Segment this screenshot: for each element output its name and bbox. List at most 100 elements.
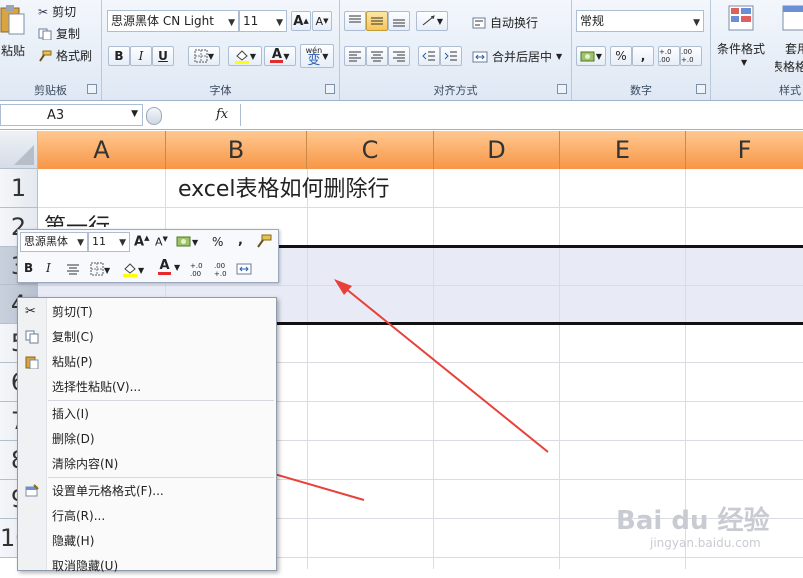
align-left-button[interactable] [344, 46, 366, 66]
align-top-icon [349, 15, 361, 23]
mini-comma-button[interactable]: , [238, 233, 243, 248]
formula-bar: A3 ▼ fx [0, 101, 803, 130]
decrease-indent-button[interactable] [418, 46, 440, 66]
menu-item-cut[interactable]: ✂ 剪切(T) [18, 300, 276, 324]
mini-font-name-select[interactable]: 思源黑体 ▼ [20, 232, 88, 252]
menu-item-paste-special[interactable]: 选择性粘贴(V)... [18, 375, 276, 399]
format-painter-button[interactable]: 格式刷 [38, 47, 92, 64]
align-center-button[interactable] [366, 46, 388, 66]
mini-bold-button[interactable]: B [24, 261, 33, 275]
mini-increase-decimal-button[interactable]: +.0 .00 [190, 262, 210, 278]
mini-merge-button[interactable] [236, 263, 252, 278]
clipboard-group-label: 剪贴板 [34, 84, 67, 97]
name-box[interactable]: A3 ▼ [0, 104, 143, 126]
merge-center-button[interactable]: 合并后居中 ▼ [472, 48, 562, 65]
styles-group-label: 样式 [779, 84, 801, 97]
table-format-button[interactable]: 套用 表格格 [775, 2, 803, 72]
grow-font-button[interactable]: A ▲ [291, 11, 311, 31]
mini-font-size-value: 11 [92, 235, 106, 248]
column-header-e[interactable]: E [560, 131, 686, 169]
align-bottom-button[interactable] [388, 11, 410, 31]
table-format-label: 套用 [785, 42, 803, 56]
number-format-select[interactable]: 常规 ▼ [576, 10, 704, 32]
column-header-f[interactable]: F [686, 131, 803, 169]
mini-center-button[interactable] [66, 263, 80, 278]
insert-function-button[interactable]: fx [200, 106, 236, 126]
number-launcher-icon[interactable] [696, 84, 706, 94]
decrease-decimal-button[interactable]: .00 +.0 [680, 46, 702, 66]
column-header-c[interactable]: C [307, 131, 434, 169]
mini-decrease-decimal-button[interactable]: .00 +.0 [214, 262, 234, 278]
cut-button[interactable]: ✂ 剪切 [38, 3, 76, 20]
border-button[interactable]: ▼ [188, 46, 220, 66]
alignment-launcher-icon[interactable] [557, 84, 567, 94]
fill-bucket-icon [123, 263, 137, 277]
mini-accounting-button[interactable]: ▼ [176, 234, 198, 251]
decrease-indent-icon [422, 51, 435, 61]
column-header-b[interactable]: B [166, 131, 307, 169]
percent-button[interactable]: % [610, 46, 632, 66]
menu-item-clear-contents[interactable]: 清除内容(N) [18, 452, 276, 476]
menu-separator [48, 400, 274, 401]
mini-font-color-button[interactable]: A ▼ [158, 259, 180, 275]
align-middle-button[interactable] [366, 11, 388, 31]
font-name-select[interactable]: 思源黑体 CN Light ▼ [107, 10, 239, 32]
mini-percent-button[interactable]: % [212, 235, 223, 249]
shrink-font-icon: A [315, 14, 324, 28]
menu-item-row-height[interactable]: 行高(R)... [18, 504, 276, 528]
table-format-icon [782, 5, 803, 31]
copy-button[interactable]: 复制 [38, 25, 80, 42]
paste-button[interactable]: 粘贴 [0, 2, 28, 72]
conditional-format-button[interactable]: 条件格式 ▼ [715, 2, 771, 72]
font-launcher-icon[interactable] [325, 84, 335, 94]
mini-shrink-font-button[interactable]: A▼ [155, 235, 168, 249]
font-size-select[interactable]: 11 ▼ [239, 10, 287, 32]
align-right-button[interactable] [388, 46, 410, 66]
mini-format-painter-button[interactable] [256, 234, 272, 251]
wrap-text-button[interactable]: 自动换行 [472, 14, 538, 31]
baidu-watermark-url: jingyan.baidu.com [650, 536, 761, 550]
select-all-corner[interactable] [0, 131, 38, 169]
menu-item-copy[interactable]: 复制(C) [18, 325, 276, 349]
menu-item-paste[interactable]: 粘贴(P) [18, 350, 276, 374]
accounting-format-button[interactable]: ▼ [576, 46, 606, 66]
formula-input[interactable] [240, 104, 803, 126]
menu-item-format-cells[interactable]: 设置单元格格式(F)... [18, 479, 276, 503]
mini-shrink-font-icon: A [155, 235, 163, 249]
menu-item-delete[interactable]: 删除(D) [18, 427, 276, 451]
menu-item-unhide[interactable]: 取消隐藏(U) [18, 554, 276, 578]
cell-a2[interactable]: 第一行 [44, 208, 110, 227]
mini-fill-color-button[interactable]: ▼ [122, 261, 144, 280]
ribbon: 粘贴 ✂ 剪切 复制 格式刷 剪贴板 思源黑体 CN Light ▼ 11 ▼ A ▲ … [0, 0, 803, 101]
mini-italic-button[interactable]: I [46, 261, 51, 275]
align-top-button[interactable] [344, 11, 366, 31]
grid-line [433, 169, 434, 569]
column-header-d[interactable]: D [434, 131, 560, 169]
row-header-1[interactable]: 1 [0, 169, 38, 208]
italic-button[interactable]: I [130, 46, 152, 66]
mini-border-button[interactable]: ▼ [90, 262, 110, 279]
underline-button[interactable]: U [152, 46, 174, 66]
chevron-down-icon: ▼ [131, 109, 138, 119]
currency-icon [176, 236, 191, 247]
merge-cells-icon [236, 263, 252, 275]
shrink-font-button[interactable]: A ▼ [312, 11, 332, 31]
orientation-button[interactable]: ▼ [416, 11, 448, 31]
font-color-button[interactable]: A ▼ [264, 46, 296, 66]
menu-item-insert[interactable]: 插入(I) [18, 402, 276, 426]
phonetic-button[interactable]: wén 变 ▼ [300, 44, 334, 68]
clipboard-launcher-icon[interactable] [87, 84, 97, 94]
number-format-value: 常规 [580, 14, 605, 28]
menu-item-hide[interactable]: 隐藏(H) [18, 529, 276, 553]
increase-decimal-button[interactable]: +.0 .00 [658, 46, 680, 66]
mini-font-size-select[interactable]: 11 ▼ [88, 232, 130, 252]
column-header-a[interactable]: A [38, 131, 166, 169]
grid-line [38, 285, 803, 286]
formula-splitter[interactable] [146, 107, 162, 125]
mini-grow-font-button[interactable]: A▲ [134, 234, 149, 249]
bold-button[interactable]: B [108, 46, 130, 66]
cell-b1[interactable]: excel表格如何删除行 [178, 171, 390, 203]
comma-button[interactable]: , [632, 46, 654, 66]
fill-color-button[interactable]: ▼ [228, 46, 262, 66]
increase-indent-button[interactable] [440, 46, 462, 66]
